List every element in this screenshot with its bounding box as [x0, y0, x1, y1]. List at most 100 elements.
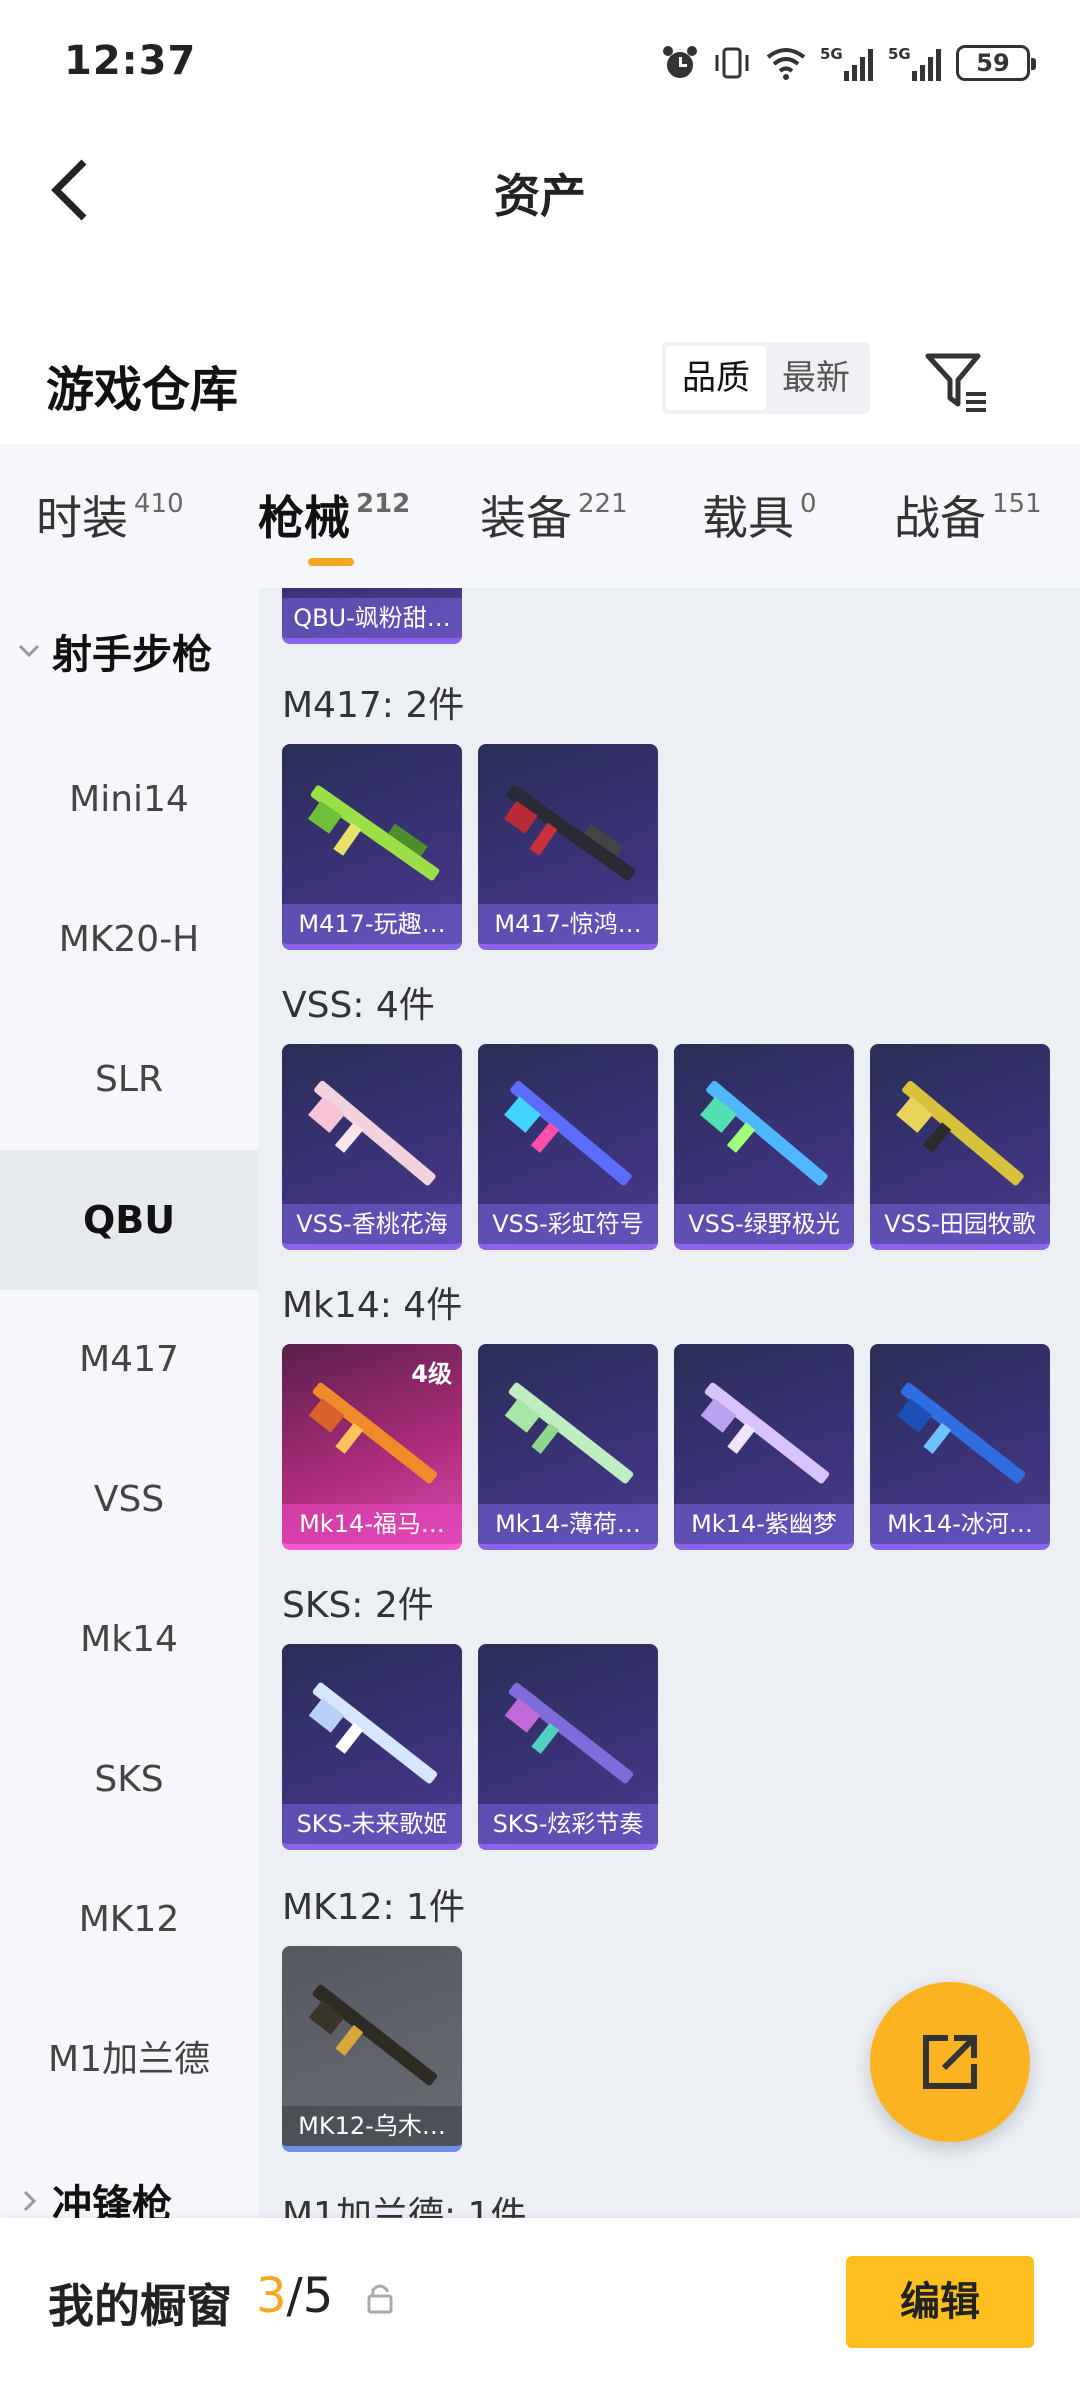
section-title-m417: M417: 2件 [282, 685, 465, 726]
weapon-card[interactable]: VSS-彩虹符号 [478, 1044, 658, 1250]
active-tab-indicator [308, 558, 354, 566]
rifle-icon [308, 1080, 436, 1186]
tab-skins[interactable]: 时装 410 [36, 482, 184, 548]
tab-count: 221 [578, 489, 628, 519]
status-bar: 12:37 5G 5G 59 [0, 0, 1080, 120]
tab-count: 410 [134, 489, 184, 519]
showcase-bar: 我的橱窗 3/5 编辑 [0, 2218, 1080, 2382]
category-tabs: 时装 410 枪械 212 装备 221 载具 0 战备 151 [0, 444, 1080, 588]
weapon-card-label: Mk14-薄荷… [478, 1504, 658, 1544]
sidebar-item-m417[interactable]: M417 [0, 1290, 258, 1430]
sidebar-item-mk20h[interactable]: MK20-H [0, 870, 258, 1010]
warehouse-header: 游戏仓库 品质 最新 [0, 320, 1080, 440]
weapon-grid: QBU-飒粉甜… M417: 2件 M417-玩趣… M417-惊鸿… VSS:… [258, 588, 1080, 2218]
warehouse-title: 游戏仓库 [46, 362, 239, 418]
weapon-card[interactable]: SKS-炫彩节奏 [478, 1644, 658, 1850]
weapon-card[interactable]: M417-玩趣… [282, 744, 462, 950]
sort-option-newest[interactable]: 最新 [766, 346, 866, 410]
showcase-total: /5 [286, 2268, 334, 2324]
weapon-card-label: M417-惊鸿… [478, 904, 658, 944]
section-title-mk12: MK12: 1件 [282, 1887, 465, 1928]
weapon-card[interactable]: M417-惊鸿… [478, 744, 658, 950]
weapon-card[interactable]: QBU-飒粉甜… [282, 588, 462, 644]
status-time: 12:37 [64, 38, 197, 84]
sidebar-group-smg[interactable]: 冲锋枪 [16, 2172, 172, 2218]
tab-label: 载具 [702, 491, 794, 545]
weapon-card-label: SKS-未来歌姬 [282, 1804, 462, 1844]
alarm-icon [663, 46, 697, 78]
tab-count: 0 [800, 489, 817, 519]
rifle-icon [504, 1682, 634, 1784]
rifle-icon [503, 785, 636, 881]
sidebar-group-label: 冲锋枪 [52, 2182, 172, 2218]
tab-equipment[interactable]: 装备 221 [480, 482, 628, 548]
weapon-card-label: VSS-田园牧歌 [870, 1204, 1050, 1244]
weapon-card-label: MK12-乌木… [282, 2106, 462, 2146]
tab-supplies[interactable]: 战备 151 [894, 482, 1042, 548]
weapon-card[interactable]: 4级 Mk14-福马… [282, 1344, 462, 1550]
tab-label: 时装 [36, 491, 128, 545]
rifle-icon [700, 1382, 830, 1484]
level-badge: 4级 [411, 1360, 452, 1388]
nav-bar: 资产 [0, 130, 1080, 250]
rifle-icon [504, 1080, 632, 1186]
status-icons: 5G 5G 59 [660, 38, 1036, 88]
rifle-icon [896, 1080, 1024, 1186]
chevron-right-icon [23, 2190, 37, 2212]
tab-vehicles[interactable]: 载具 0 [702, 482, 817, 548]
svg-text:5G: 5G [820, 45, 843, 63]
filter-icon[interactable] [922, 346, 992, 416]
edit-button[interactable]: 编辑 [846, 2256, 1034, 2348]
share-fab[interactable] [870, 1982, 1030, 2142]
weapon-card[interactable]: Mk14-紫幽梦 [674, 1344, 854, 1550]
sort-option-quality[interactable]: 品质 [666, 346, 766, 410]
share-icon [923, 2035, 977, 2089]
sidebar-item-mini14[interactable]: Mini14 [0, 730, 258, 870]
sidebar-item-slr[interactable]: SLR [0, 1010, 258, 1150]
weapon-card-label: Mk14-福马… [282, 1504, 462, 1544]
sidebar-item-vss[interactable]: VSS [0, 1430, 258, 1570]
weapon-card-label: QBU-飒粉甜… [282, 598, 462, 638]
sidebar-item-mk12[interactable]: MK12 [0, 1850, 258, 1990]
chevron-down-icon [18, 644, 40, 658]
showcase-title: 我的橱窗 [48, 2279, 232, 2333]
weapon-card[interactable]: MK12-乌木… [282, 1946, 462, 2152]
signal-5g-icon-2: 5G [888, 45, 941, 81]
rifle-icon [308, 1984, 438, 2086]
weapon-card-label: M417-玩趣… [282, 904, 462, 944]
rifle-icon [700, 1080, 828, 1186]
sidebar-item-qbu[interactable]: QBU [0, 1150, 258, 1290]
sidebar-item-m1-garand[interactable]: M1加兰德 [0, 1990, 258, 2130]
svg-text:5G: 5G [888, 45, 911, 63]
sidebar-item-sks[interactable]: SKS [0, 1710, 258, 1850]
rifle-icon [504, 1382, 634, 1484]
tab-guns[interactable]: 枪械 212 [258, 482, 410, 548]
showcase-count: 3/5 [256, 2268, 333, 2324]
battery-indicator: 59 [956, 45, 1036, 81]
tab-count: 212 [356, 489, 411, 519]
sidebar-group-marksman[interactable]: 射手步枪 [16, 622, 212, 680]
sidebar-group-label: 射手步枪 [52, 632, 212, 678]
sidebar-item-mk14[interactable]: Mk14 [0, 1570, 258, 1710]
weapon-card[interactable]: Mk14-冰河… [870, 1344, 1050, 1550]
section-title-mk14: Mk14: 4件 [282, 1285, 463, 1326]
battery-level: 59 [976, 49, 1010, 77]
vibrate-icon [715, 47, 749, 79]
weapon-card-label: VSS-绿野极光 [674, 1204, 854, 1244]
showcase-current: 3 [256, 2268, 287, 2324]
section-title-vss: VSS: 4件 [282, 985, 435, 1026]
weapon-card[interactable]: VSS-田园牧歌 [870, 1044, 1050, 1250]
weapon-card-label: Mk14-冰河… [870, 1504, 1050, 1544]
weapon-card[interactable]: VSS-绿野极光 [674, 1044, 854, 1250]
lock-icon [367, 2284, 393, 2314]
rifle-icon [308, 1682, 438, 1784]
tab-count: 151 [992, 489, 1042, 519]
weapon-card[interactable]: Mk14-薄荷… [478, 1344, 658, 1550]
sort-toggle: 品质 最新 [662, 342, 870, 414]
weapon-card[interactable]: VSS-香桃花海 [282, 1044, 462, 1250]
tab-label: 枪械 [258, 491, 350, 545]
weapon-card[interactable]: SKS-未来歌姬 [282, 1644, 462, 1850]
weapon-type-sidebar: 射手步枪 Mini14 MK20-H SLR QBU M417 VSS Mk14… [0, 588, 258, 2218]
wifi-icon [766, 48, 806, 80]
weapon-card-label: VSS-彩虹符号 [478, 1204, 658, 1244]
